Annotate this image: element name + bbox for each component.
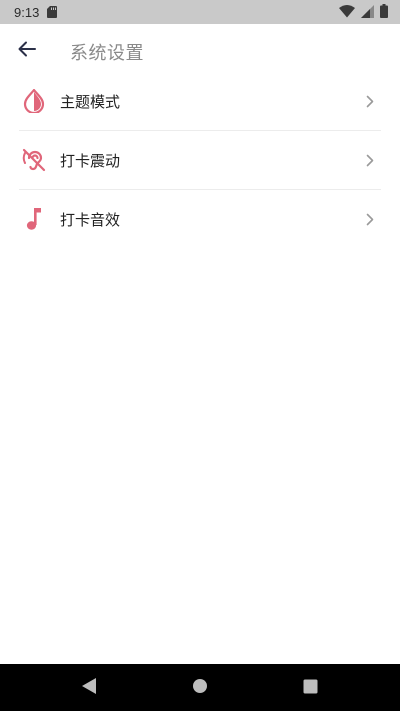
chevron-right-icon bbox=[363, 94, 377, 108]
status-left: 9:13 bbox=[14, 3, 58, 22]
settings-item-checkin-sound[interactable]: 打卡音效 bbox=[19, 190, 381, 248]
nav-home-button[interactable] bbox=[189, 677, 211, 699]
settings-item-theme-mode[interactable]: 主题模式 bbox=[19, 72, 381, 131]
chevron-right-icon bbox=[363, 153, 377, 167]
nav-back-button[interactable] bbox=[78, 677, 100, 699]
status-time: 9:13 bbox=[14, 4, 40, 20]
nav-recents-button[interactable] bbox=[299, 677, 321, 699]
settings-item-checkin-vibration[interactable]: 打卡震动 bbox=[19, 131, 381, 190]
page-title: 系统设置 bbox=[70, 43, 144, 64]
back-button[interactable] bbox=[14, 38, 40, 64]
sd-card-icon bbox=[47, 3, 58, 22]
app-header: 系统设置 bbox=[0, 24, 400, 78]
wifi-icon bbox=[339, 3, 355, 22]
recents-square-icon bbox=[303, 679, 318, 698]
status-right bbox=[339, 3, 388, 22]
signal-icon bbox=[361, 3, 374, 22]
back-triangle-icon bbox=[81, 677, 97, 699]
settings-item-label: 打卡音效 bbox=[60, 210, 121, 229]
chevron-right-icon bbox=[363, 212, 377, 226]
settings-item-label: 主题模式 bbox=[60, 92, 121, 111]
hearing-disabled-icon bbox=[21, 147, 47, 173]
home-circle-icon bbox=[192, 678, 208, 698]
battery-icon bbox=[380, 3, 388, 22]
music-note-icon bbox=[21, 206, 47, 232]
status-bar: 9:13 bbox=[0, 0, 400, 24]
settings-list: 主题模式 打卡震动 打卡音效 bbox=[0, 72, 400, 248]
arrow-left-icon bbox=[18, 41, 36, 61]
settings-item-label: 打卡震动 bbox=[60, 151, 121, 170]
water-drop-icon bbox=[21, 88, 47, 114]
system-nav-bar bbox=[0, 664, 400, 711]
screen: 9:13 系统设置 主题模式 打卡震动 打卡音效 bbox=[0, 0, 400, 711]
